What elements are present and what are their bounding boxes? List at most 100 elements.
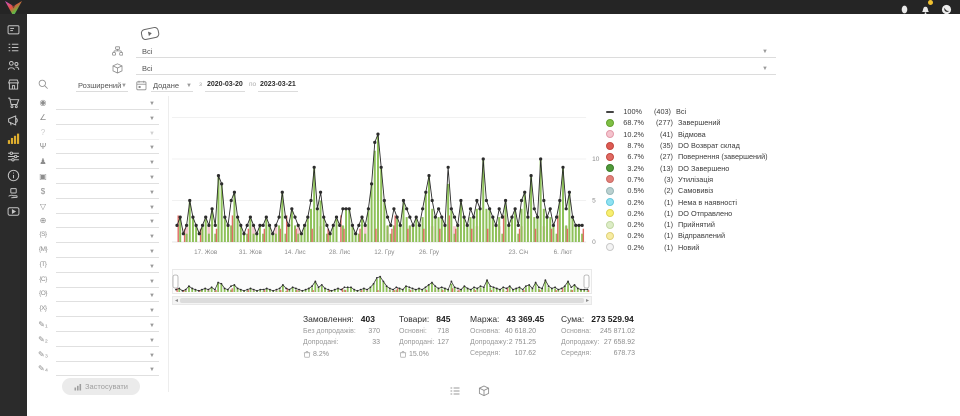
- filter-select-field[interactable]: [56, 99, 159, 110]
- legend-percent: 0.5%: [614, 186, 644, 195]
- notifications-icon[interactable]: [920, 2, 931, 13]
- date-from-input[interactable]: 2020-03-20: [205, 78, 245, 92]
- sidebar-item-store[interactable]: [7, 78, 20, 91]
- apply-button[interactable]: Застосувати: [62, 378, 140, 395]
- svg-text:14. Лис: 14. Лис: [284, 249, 305, 256]
- filter-row-custom-field-o[interactable]: {O}▼: [33, 289, 167, 303]
- filter-select-field[interactable]: [56, 217, 159, 228]
- filter-row-product-filter[interactable]: ▣▼: [33, 171, 167, 185]
- stat-sub-value: 107.62: [515, 350, 536, 357]
- sidebar-item-marketing[interactable]: [7, 114, 20, 127]
- filter-select-field[interactable]: [56, 114, 159, 125]
- filter-select-field[interactable]: [56, 247, 159, 258]
- sidebar-item-settings[interactable]: [7, 150, 20, 163]
- search-mode-select[interactable]: Розширений ▼: [76, 78, 128, 92]
- legend-item[interactable]: 0.5%(2)Самовивіз: [606, 185, 768, 196]
- filter-select-field[interactable]: [56, 351, 159, 362]
- filter-row-note-1-filter[interactable]: ✎₁▼: [33, 319, 167, 333]
- profile-icon[interactable]: [899, 2, 910, 13]
- filter-row-note-2-filter[interactable]: ✎₂▼: [33, 334, 167, 348]
- hand-box-icon: [7, 187, 20, 200]
- chart-scrollbar[interactable]: ◂ ▸: [172, 296, 592, 305]
- megaphone-icon: [7, 114, 20, 127]
- sidebar-item-support[interactable]: [7, 187, 20, 200]
- filter-row-funnel-filter[interactable]: ▽▼: [33, 201, 167, 215]
- legend-item[interactable]: 0.2%(1)Прийнятий: [606, 219, 768, 230]
- filter-row-note-4-filter[interactable]: ✎₄▼: [33, 363, 167, 377]
- filter-select-field[interactable]: [56, 336, 159, 347]
- filter-select-field[interactable]: [56, 158, 159, 169]
- date-field-select[interactable]: Додане ▼: [151, 78, 193, 92]
- stat-sub-value: 33: [372, 339, 380, 346]
- app-logo-icon[interactable]: [2, 0, 25, 15]
- filter-select-field[interactable]: [56, 365, 159, 376]
- legend-item[interactable]: 0.2%(1)Новий: [606, 242, 768, 253]
- filter-select-field[interactable]: [56, 321, 159, 332]
- sidebar-item-info[interactable]: [7, 169, 20, 182]
- product-filter-select[interactable]: Всі ▼: [136, 61, 776, 75]
- legend-item[interactable]: 68.7%(277)Завершений: [606, 117, 768, 128]
- filter-row-custom-field-c[interactable]: {C}▼: [33, 275, 167, 289]
- date-to-value: 2023-03-21: [260, 81, 296, 88]
- legend-item[interactable]: 0.2%(1)Нема в наявності: [606, 196, 768, 207]
- stat-sub-row: Без допродажів:370: [303, 328, 380, 335]
- filter-row-source-filter[interactable]: ⊕▼: [33, 215, 167, 229]
- legend-item[interactable]: 0.7%(3)Утилізація: [606, 174, 768, 185]
- filter-row-status-filter[interactable]: ◉▼: [33, 97, 167, 111]
- filter-select-field[interactable]: [56, 277, 159, 288]
- date-to-input[interactable]: 2023-03-21: [258, 78, 298, 92]
- filter-row-structure-filter[interactable]: Ψ▼: [33, 141, 167, 155]
- legend-item[interactable]: 8.7%(35)DO Возврат склад: [606, 140, 768, 151]
- scrollbar-thumb[interactable]: [180, 298, 584, 303]
- sidebar-item-dashboard[interactable]: [7, 23, 20, 36]
- table-view-icon[interactable]: [449, 384, 461, 396]
- filter-select-field[interactable]: [56, 203, 159, 214]
- sidebar-item-tutorials[interactable]: [7, 205, 20, 218]
- stat-sub-label: Основна:: [470, 328, 500, 335]
- filter-select-field[interactable]: [56, 291, 159, 302]
- navigator-chart[interactable]: [172, 269, 592, 295]
- sidebar-item-orders[interactable]: [7, 41, 20, 54]
- filter-row-custom-field-m[interactable]: {M}▼: [33, 245, 167, 259]
- filter-select-field[interactable]: [56, 262, 159, 273]
- legend-item[interactable]: 100%(403)Всі: [606, 106, 768, 117]
- legend-item[interactable]: 0.2%(1)Відправлений: [606, 230, 768, 241]
- filter-row-note-3-filter[interactable]: ✎₃▼: [33, 349, 167, 363]
- legend-item[interactable]: 6.7%(27)Повернення (завершений): [606, 151, 768, 162]
- filter-row-custom-field-x[interactable]: {X}▼: [33, 304, 167, 318]
- filter-select-field[interactable]: [56, 129, 159, 140]
- legend-percent: 8.7%: [614, 141, 644, 150]
- search-icon[interactable]: [38, 77, 49, 95]
- stat-value: 845: [436, 314, 450, 324]
- legend-item[interactable]: 0.2%(1)DO Отправлено: [606, 208, 768, 219]
- filter-row-trend-filter[interactable]: ∠▼: [33, 112, 167, 126]
- svg-text:23. Січ: 23. Січ: [508, 248, 528, 256]
- filter-row-custom-field-s[interactable]: {S}▼: [33, 230, 167, 244]
- filter-select-field[interactable]: [56, 143, 159, 154]
- main-chart[interactable]: 051017. Жов31. Жов14. Лис28. Лис12. Гру2…: [172, 96, 602, 262]
- product-view-icon[interactable]: [478, 384, 490, 396]
- custom-field-t-icon: {T}: [35, 261, 51, 268]
- filter-row-help-filter[interactable]: ?▼: [33, 127, 167, 141]
- category-filter-select[interactable]: Всі ▼: [136, 44, 776, 58]
- scroll-left-icon[interactable]: ◂: [175, 297, 178, 305]
- filter-row-payment-filter[interactable]: $▼: [33, 186, 167, 200]
- sidebar-item-customers[interactable]: [7, 59, 20, 72]
- filter-row-manager-filter[interactable]: ♟▼: [33, 156, 167, 170]
- legend-count: (1): [644, 198, 673, 207]
- user-avatar-icon[interactable]: [941, 2, 952, 13]
- filter-select-field[interactable]: [56, 173, 159, 184]
- date-from-value: 2020-03-20: [207, 81, 243, 88]
- play-video-icon[interactable]: [139, 25, 161, 42]
- filter-select-field[interactable]: [56, 232, 159, 243]
- sidebar-item-purchases[interactable]: [7, 96, 20, 109]
- filter-row-custom-field-t[interactable]: {T}▼: [33, 260, 167, 274]
- legend-item[interactable]: 10.2%(41)Відмова: [606, 129, 768, 140]
- legend-item[interactable]: 3.2%(13)DO Завершено: [606, 162, 768, 173]
- sidebar-item-analytics[interactable]: [7, 132, 20, 145]
- brush-handle[interactable]: [584, 275, 589, 288]
- filter-select-field[interactable]: [56, 306, 159, 317]
- scroll-right-icon[interactable]: ▸: [586, 297, 589, 305]
- brush-handle[interactable]: [173, 275, 178, 288]
- filter-select-field[interactable]: [56, 188, 159, 199]
